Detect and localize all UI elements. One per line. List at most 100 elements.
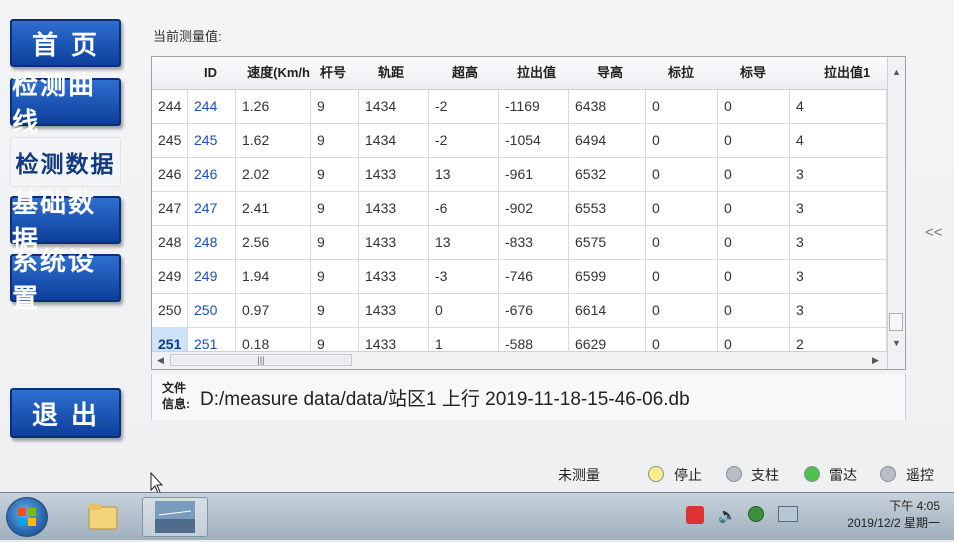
cell-num[interactable]: 246	[152, 157, 188, 191]
cell-num[interactable]: 245	[152, 123, 188, 157]
cell-stagger[interactable]: -746	[499, 259, 569, 293]
cell-height[interactable]: 6532	[569, 157, 646, 191]
nav-home-button[interactable]: 首 页	[10, 19, 121, 67]
cell-gauge[interactable]: 1434	[359, 89, 429, 123]
cell-height[interactable]: 6575	[569, 225, 646, 259]
taskbar-clock[interactable]: 下午 4:05 2019/12/2 星期一	[847, 498, 940, 532]
cell-height[interactable]: 6599	[569, 259, 646, 293]
cell-cant[interactable]: 13	[429, 157, 499, 191]
col-stagger1[interactable]: 拉出值1	[824, 57, 870, 89]
cell-std-stagger[interactable]: 0	[646, 259, 718, 293]
nav-settings-button[interactable]: 系统设置	[10, 247, 121, 314]
col-pole[interactable]: 杆号	[320, 57, 346, 89]
cell-speed[interactable]: 2.41	[236, 191, 311, 225]
cell-std-stagger[interactable]: 0	[646, 157, 718, 191]
cell-speed[interactable]: 1.26	[236, 89, 311, 123]
cell-stagger1[interactable]: 3	[790, 293, 887, 327]
scroll-right-arrow-icon[interactable]: ▶	[872, 355, 879, 366]
cell-gauge[interactable]: 1433	[359, 157, 429, 191]
start-button[interactable]	[6, 497, 48, 537]
cell-id[interactable]: 250	[188, 293, 236, 327]
cell-height[interactable]: 6553	[569, 191, 646, 225]
volume-icon[interactable]: 🔈	[718, 506, 737, 524]
cell-height[interactable]: 6494	[569, 123, 646, 157]
cell-id[interactable]: 248	[188, 225, 236, 259]
cell-speed[interactable]: 1.62	[236, 123, 311, 157]
tray-app-icon[interactable]	[686, 506, 704, 524]
cell-std-height[interactable]: 0	[718, 191, 790, 225]
vertical-scroll-thumb[interactable]	[889, 313, 903, 331]
col-speed[interactable]: 速度(Km/h	[238, 57, 310, 89]
cell-std-stagger[interactable]: 0	[646, 191, 718, 225]
horizontal-scroll-thumb[interactable]: |||	[170, 354, 352, 366]
table-row[interactable]: 248 248 2.56 9 1433 13 -833 6575 0 0 3	[152, 225, 887, 260]
cell-cant[interactable]: -2	[429, 89, 499, 123]
cell-num[interactable]: 250	[152, 293, 188, 327]
scroll-down-arrow-icon[interactable]: ▼	[892, 338, 901, 348]
cell-pole[interactable]: 9	[311, 123, 359, 157]
cell-speed[interactable]: 2.56	[236, 225, 311, 259]
cell-num[interactable]: 244	[152, 89, 188, 123]
cell-gauge[interactable]: 1433	[359, 191, 429, 225]
scroll-left-arrow-icon[interactable]: ◀	[157, 355, 164, 366]
cell-std-height[interactable]: 0	[718, 259, 790, 293]
cell-pole[interactable]: 9	[311, 89, 359, 123]
col-gauge[interactable]: 轨距	[378, 57, 404, 89]
cell-stagger[interactable]: -833	[499, 225, 569, 259]
cell-id[interactable]: 245	[188, 123, 236, 157]
cell-pole[interactable]: 9	[311, 259, 359, 293]
cell-height[interactable]: 6438	[569, 89, 646, 123]
cell-gauge[interactable]: 1433	[359, 259, 429, 293]
vertical-scrollbar[interactable]: ▲ ▼	[887, 57, 905, 369]
col-std-height[interactable]: 标导	[740, 57, 766, 89]
cell-stagger[interactable]: -676	[499, 293, 569, 327]
cell-std-height[interactable]: 0	[718, 225, 790, 259]
taskbar-app-button[interactable]	[142, 497, 208, 537]
cell-num[interactable]: 247	[152, 191, 188, 225]
cell-std-height[interactable]: 0	[718, 293, 790, 327]
cell-stagger1[interactable]: 4	[790, 123, 887, 157]
cell-num[interactable]: 248	[152, 225, 188, 259]
cell-stagger1[interactable]: 3	[790, 259, 887, 293]
cell-cant[interactable]: -3	[429, 259, 499, 293]
cell-stagger[interactable]: -1054	[499, 123, 569, 157]
table-row[interactable]: 247 247 2.41 9 1433 -6 -902 6553 0 0 3	[152, 191, 887, 226]
table-row[interactable]: 249 249 1.94 9 1433 -3 -746 6599 0 0 3	[152, 259, 887, 294]
cell-stagger1[interactable]: 3	[790, 191, 887, 225]
cell-id[interactable]: 249	[188, 259, 236, 293]
cell-pole[interactable]: 9	[311, 293, 359, 327]
cell-stagger[interactable]: -961	[499, 157, 569, 191]
table-row[interactable]: 245 245 1.62 9 1434 -2 -1054 6494 0 0 4	[152, 123, 887, 158]
cell-cant[interactable]: 13	[429, 225, 499, 259]
col-cant[interactable]: 超高	[452, 57, 478, 89]
cell-stagger1[interactable]: 3	[790, 225, 887, 259]
nav-data-button[interactable]: 检测数据	[10, 137, 121, 187]
nav-curve-button[interactable]: 检测曲线	[10, 71, 121, 138]
col-height[interactable]: 导高	[597, 57, 623, 89]
measurement-table[interactable]: ID 速度(Km/h 杆号 轨距 超高 拉出值 导高 标拉 标导 拉出值1 24…	[151, 56, 906, 370]
security-icon[interactable]	[748, 506, 764, 522]
cell-cant[interactable]: 0	[429, 293, 499, 327]
cell-cant[interactable]: -2	[429, 123, 499, 157]
table-row[interactable]: 250 250 0.97 9 1433 0 -676 6614 0 0 3	[152, 293, 887, 328]
cell-id[interactable]: 246	[188, 157, 236, 191]
col-stagger[interactable]: 拉出值	[517, 57, 556, 89]
cell-stagger[interactable]: -902	[499, 191, 569, 225]
col-id[interactable]: ID	[204, 57, 217, 89]
scroll-up-arrow-icon[interactable]: ▲	[892, 67, 901, 77]
taskbar-explorer-button[interactable]	[80, 497, 126, 537]
cell-stagger1[interactable]: 4	[790, 89, 887, 123]
nav-base-data-button[interactable]: 基础数据	[10, 189, 121, 256]
cell-cant[interactable]: -6	[429, 191, 499, 225]
cell-pole[interactable]: 9	[311, 157, 359, 191]
cell-pole[interactable]: 9	[311, 225, 359, 259]
network-icon[interactable]	[778, 506, 798, 522]
cell-pole[interactable]: 9	[311, 191, 359, 225]
cell-std-stagger[interactable]: 0	[646, 293, 718, 327]
cell-height[interactable]: 6614	[569, 293, 646, 327]
cell-gauge[interactable]: 1434	[359, 123, 429, 157]
cell-speed[interactable]: 2.02	[236, 157, 311, 191]
horizontal-scrollbar[interactable]: ◀ ||| ▶	[152, 351, 887, 369]
cell-gauge[interactable]: 1433	[359, 293, 429, 327]
table-row[interactable]: 244 244 1.26 9 1434 -2 -1169 6438 0 0 4	[152, 89, 887, 124]
